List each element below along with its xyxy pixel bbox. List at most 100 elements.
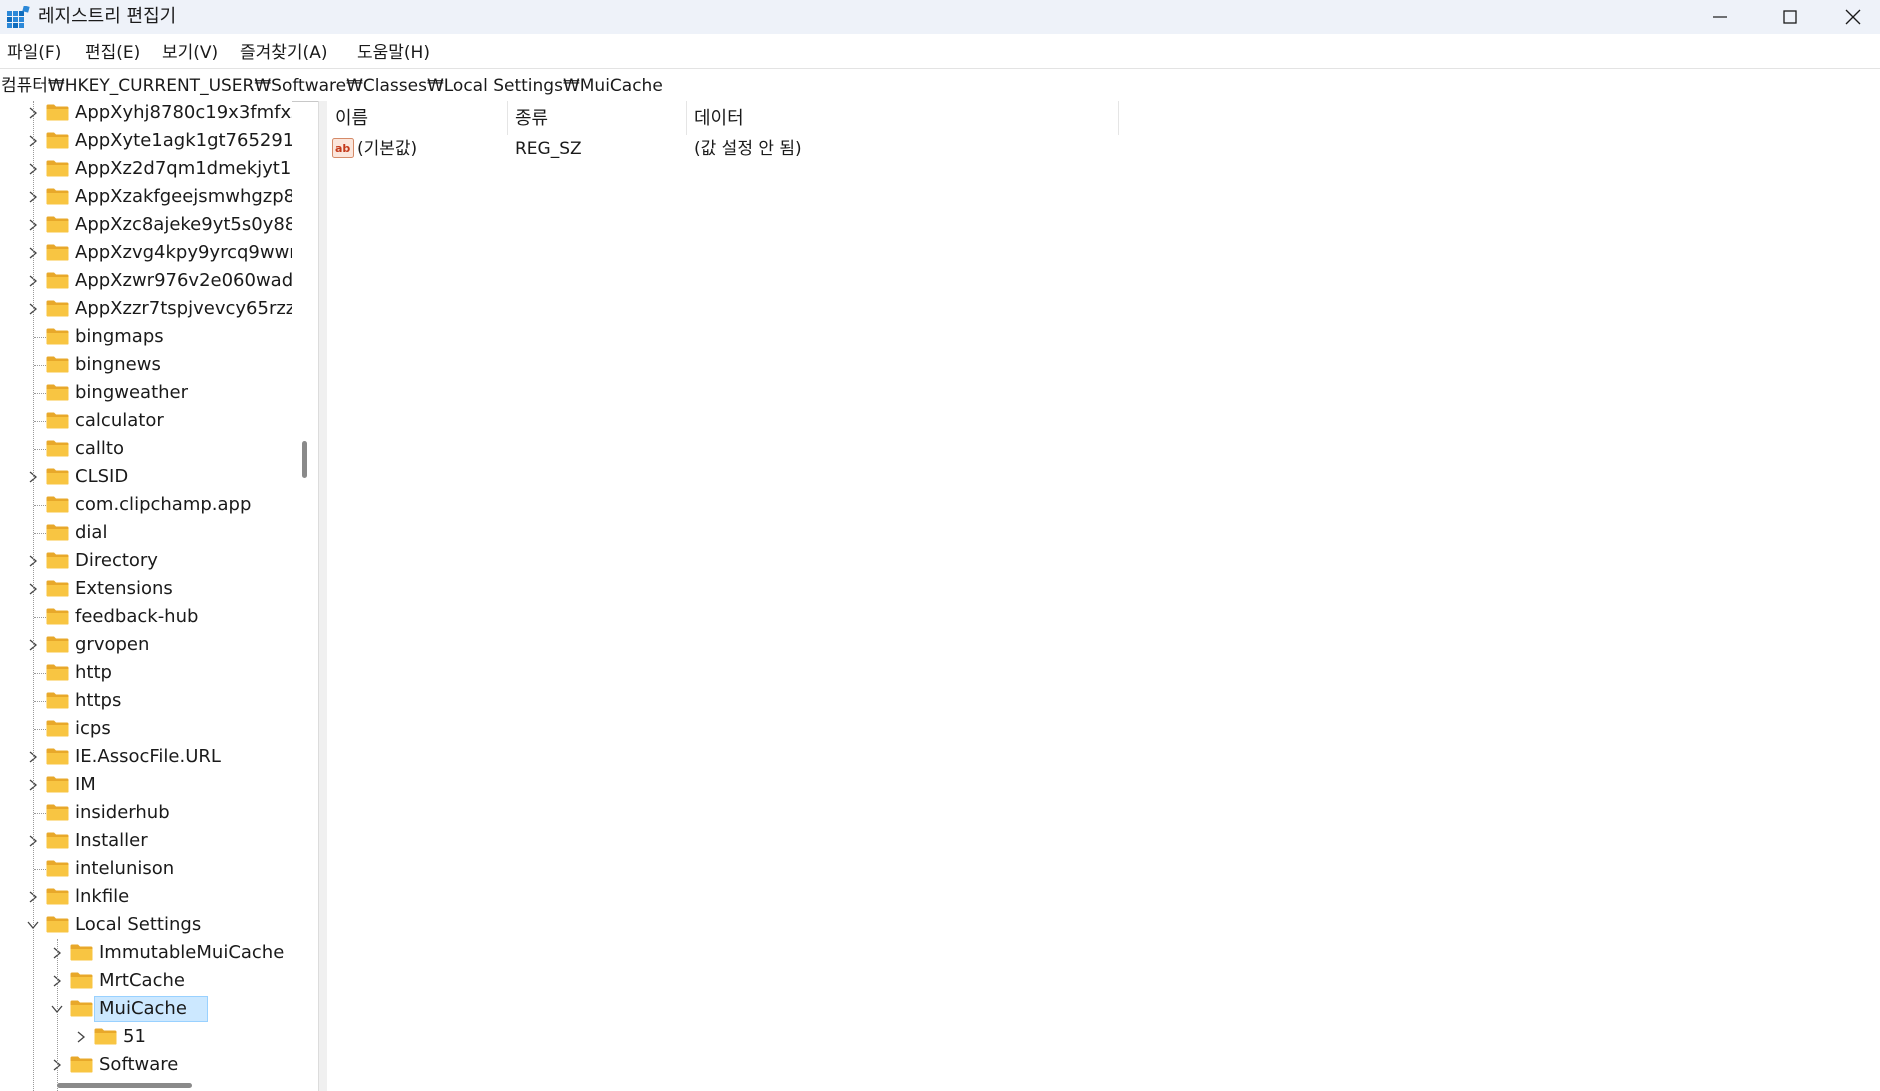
- tree-connector: [34, 533, 46, 534]
- tree-item[interactable]: calculator: [0, 407, 292, 435]
- tree-item[interactable]: IM: [0, 771, 292, 799]
- tree-item[interactable]: intelunison: [0, 855, 292, 883]
- title-bar[interactable]: 레지스트리 편집기: [0, 0, 1880, 34]
- close-button[interactable]: [1825, 0, 1880, 34]
- menu-view[interactable]: 보기(V): [162, 43, 218, 63]
- tree-item-label: http: [75, 662, 112, 683]
- maximize-button[interactable]: [1755, 0, 1825, 34]
- tree-item[interactable]: MrtCache: [0, 967, 292, 995]
- tree-item-label: MrtCache: [99, 970, 185, 991]
- column-header-label: 이름: [335, 108, 369, 129]
- tree-item[interactable]: grvopen: [0, 631, 292, 659]
- folder-icon: [46, 384, 69, 401]
- tree-item[interactable]: IE.AssocFile.URL: [0, 743, 292, 771]
- minimize-icon: [1713, 16, 1727, 18]
- column-header-name[interactable]: 이름: [327, 101, 508, 135]
- folder-icon: [46, 300, 69, 317]
- tree-item[interactable]: Software: [0, 1051, 292, 1079]
- tree-item-label: insiderhub: [75, 802, 170, 823]
- tree-item[interactable]: callto: [0, 435, 292, 463]
- tree-connector: [34, 505, 46, 506]
- key-tree[interactable]: AppXyhj8780c19x3fmfxz91 AppXyte1agk1gt765…: [0, 101, 292, 1091]
- chevron-right-icon[interactable]: [75, 1031, 87, 1043]
- tree-item[interactable]: AppXzwr976v2e060wada4g: [0, 267, 292, 295]
- tree-item[interactable]: Directory: [0, 547, 292, 575]
- tree-item[interactable]: AppXyte1agk1gt765291pre: [0, 127, 292, 155]
- tree-item-label: Installer: [75, 830, 148, 851]
- tree-item[interactable]: AppXzvg4kpy9yrcq9wwrng: [0, 239, 292, 267]
- folder-icon: [46, 776, 69, 793]
- value-type: REG_SZ: [515, 139, 582, 159]
- folder-icon: [46, 328, 69, 345]
- tree-item-label: 51: [123, 1026, 146, 1047]
- tree-item[interactable]: http: [0, 659, 292, 687]
- tree-item-label: AppXyhj8780c19x3fmfxz91: [75, 102, 292, 123]
- folder-icon: [46, 888, 69, 905]
- tree-item[interactable]: AppXyhj8780c19x3fmfxz91: [0, 101, 292, 127]
- tree-item-label: AppXzzr7tspjvevcy65rzzvw: [75, 298, 292, 319]
- minimize-button[interactable]: [1685, 0, 1755, 34]
- folder-icon: [46, 860, 69, 877]
- tree-item-label: Local Settings: [75, 914, 202, 935]
- tree-item[interactable]: AppXzc8ajeke9yt5s0y88h6: [0, 211, 292, 239]
- tree-item[interactable]: Local Settings: [0, 911, 292, 939]
- tree-item[interactable]: ImmutableMuiCache: [0, 939, 292, 967]
- tree-item[interactable]: bingnews: [0, 351, 292, 379]
- value-list[interactable]: 이름 종류 데이터 ab (기본값) REG_SZ (값 설정 안 됨): [327, 101, 1880, 1091]
- tree-item-label: callto: [75, 438, 124, 459]
- tree-item[interactable]: CLSID: [0, 463, 292, 491]
- value-data: (값 설정 안 됨): [694, 139, 802, 159]
- tree-vertical-scrollbar[interactable]: [302, 441, 307, 478]
- tree-item[interactable]: Extensions: [0, 575, 292, 603]
- tree-connector: [34, 869, 46, 870]
- folder-icon: [46, 636, 69, 653]
- tree-guide-line: [57, 939, 58, 1091]
- tree-item[interactable]: icps: [0, 715, 292, 743]
- tree-item[interactable]: com.clipchamp.app: [0, 491, 292, 519]
- folder-icon: [46, 160, 69, 177]
- tree-item-label: AppXzvg4kpy9yrcq9wwrng: [75, 242, 292, 263]
- tree-item[interactable]: 51: [0, 1023, 292, 1051]
- tree-item[interactable]: AppXzzr7tspjvevcy65rzzvw: [0, 295, 292, 323]
- tree-item-label: bingmaps: [75, 326, 164, 347]
- folder-icon: [46, 804, 69, 821]
- address-path[interactable]: 컴퓨터₩HKEY_CURRENT_USER₩Software₩Classes₩L…: [1, 76, 663, 96]
- menu-help[interactable]: 도움말(H): [357, 43, 430, 63]
- column-header-label: 종류: [515, 108, 549, 129]
- menu-edit[interactable]: 편집(E): [85, 43, 140, 63]
- column-header-type[interactable]: 종류: [507, 101, 687, 135]
- tree-item[interactable]: https: [0, 687, 292, 715]
- folder-icon: [46, 216, 69, 233]
- tree-item-label: calculator: [75, 410, 164, 431]
- tree-item[interactable]: bingmaps: [0, 323, 292, 351]
- maximize-icon: [1783, 10, 1797, 24]
- menu-favorites[interactable]: 즐겨찾기(A): [240, 43, 327, 63]
- tree-item[interactable]: lnkfile: [0, 883, 292, 911]
- menu-file[interactable]: 파일(F): [7, 43, 61, 63]
- folder-icon: [46, 468, 69, 485]
- column-header-data[interactable]: 데이터: [686, 101, 1119, 135]
- tree-connector: [34, 393, 46, 394]
- tree-item[interactable]: dial: [0, 519, 292, 547]
- folder-icon: [46, 692, 69, 709]
- tree-item-label: Extensions: [75, 578, 173, 599]
- tree-item[interactable]: AppXzakfgeejsmwhgzp8fd: [0, 183, 292, 211]
- tree-item-label: dial: [75, 522, 108, 543]
- tree-item[interactable]: AppXz2d7qm1dmekjyt1p7: [0, 155, 292, 183]
- tree-item[interactable]: feedback-hub: [0, 603, 292, 631]
- folder-icon: [46, 412, 69, 429]
- address-bar[interactable]: 컴퓨터₩HKEY_CURRENT_USER₩Software₩Classes₩L…: [0, 68, 1880, 102]
- tree-item[interactable]: Installer: [0, 827, 292, 855]
- folder-icon: [46, 272, 69, 289]
- tree-item-label: CLSID: [75, 466, 129, 487]
- tree-item-label: bingweather: [75, 382, 189, 403]
- tree-item[interactable]: insiderhub: [0, 799, 292, 827]
- folder-icon: [70, 1056, 93, 1073]
- tree-item-label: IE.AssocFile.URL: [75, 746, 221, 767]
- tree-item-label: AppXzwr976v2e060wada4g: [75, 270, 292, 291]
- tree-item-selected[interactable]: MuiCache: [0, 995, 292, 1023]
- tree-item[interactable]: bingweather: [0, 379, 292, 407]
- tree-item-label: AppXzc8ajeke9yt5s0y88h6: [75, 214, 292, 235]
- list-row[interactable]: ab (기본값) REG_SZ (값 설정 안 됨): [327, 135, 1127, 163]
- tree-guide-line: [33, 101, 34, 1091]
